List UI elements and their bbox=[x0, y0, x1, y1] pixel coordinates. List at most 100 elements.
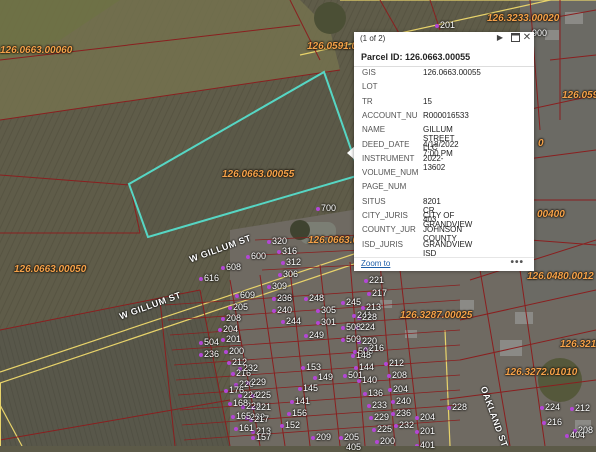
address-point bbox=[435, 24, 439, 28]
address-number: 201 bbox=[420, 426, 436, 436]
attribute-key: COUNTY_JUR bbox=[362, 225, 416, 235]
address-number: 221 bbox=[256, 402, 272, 412]
attribute-value: 15 bbox=[423, 96, 432, 106]
address-point bbox=[391, 400, 395, 404]
address-number: 236 bbox=[204, 349, 220, 359]
address-point bbox=[251, 436, 255, 440]
address-number: 212 bbox=[575, 403, 591, 413]
address-number: 145 bbox=[303, 383, 319, 393]
parcel-label: 126.3233.00020 bbox=[487, 13, 560, 24]
address-number: 248 bbox=[309, 293, 325, 303]
address-point bbox=[281, 320, 285, 324]
address-number: 136 bbox=[368, 388, 384, 398]
zoom-to-link[interactable]: Zoom to bbox=[361, 259, 390, 268]
address-number: 205 bbox=[344, 432, 360, 442]
address-point bbox=[199, 341, 203, 345]
tree-cluster bbox=[314, 2, 346, 34]
address-point bbox=[290, 400, 294, 404]
popup-footer: Zoom to ••• bbox=[354, 257, 534, 271]
address-number: 245 bbox=[346, 297, 362, 307]
address-point bbox=[339, 436, 343, 440]
address-number: 609 bbox=[240, 290, 256, 300]
address-number: 236 bbox=[277, 293, 293, 303]
address-number: 700 bbox=[321, 203, 337, 213]
parcel-label: 126.0663.00050 bbox=[14, 264, 87, 275]
address-point bbox=[316, 321, 320, 325]
address-point bbox=[281, 261, 285, 265]
address-point bbox=[351, 354, 355, 358]
address-point bbox=[341, 326, 345, 330]
play-next-icon[interactable]: ▶ bbox=[495, 33, 505, 43]
address-number: 152 bbox=[285, 420, 301, 430]
address-number: 312 bbox=[286, 257, 302, 267]
address-number: 225 bbox=[377, 424, 393, 434]
address-point bbox=[391, 412, 395, 416]
address-point bbox=[367, 292, 371, 296]
address-point bbox=[280, 424, 284, 428]
popup-title: Parcel ID: 126.0663.00055 bbox=[361, 52, 471, 62]
parcel-label: 126.0480.0012 bbox=[527, 271, 594, 282]
address-point bbox=[272, 309, 276, 313]
address-number: 236 bbox=[396, 408, 412, 418]
parcel-label: 126.0663.00055 bbox=[222, 169, 295, 180]
address-point bbox=[267, 285, 271, 289]
address-number: 616 bbox=[204, 273, 220, 283]
address-point bbox=[221, 266, 225, 270]
address-number: 205 bbox=[233, 302, 249, 312]
address-number: 228 bbox=[362, 312, 378, 322]
address-number: 305 bbox=[321, 305, 337, 315]
address-number: 249 bbox=[309, 330, 325, 340]
address-number: 165 bbox=[236, 411, 252, 421]
attribute-value: R000016533 bbox=[423, 110, 469, 120]
dock-icon[interactable] bbox=[510, 33, 520, 43]
address-number: 216 bbox=[369, 343, 385, 353]
address-number: 600 bbox=[251, 251, 267, 261]
address-number: 232 bbox=[399, 420, 415, 430]
parcel-label: 126.059 bbox=[562, 90, 596, 101]
address-number: 201 bbox=[226, 334, 242, 344]
parcel-label: 126.0591.0 bbox=[307, 41, 358, 52]
address-number: 309 bbox=[272, 281, 288, 291]
address-number: 156 bbox=[292, 408, 308, 418]
parcel-label: 126.3287.00025 bbox=[400, 310, 473, 321]
more-options-icon[interactable]: ••• bbox=[510, 257, 524, 268]
close-icon[interactable]: ✕ bbox=[522, 33, 532, 43]
attribute-key: VOLUME_NUM bbox=[362, 168, 419, 178]
address-number: 157 bbox=[256, 432, 272, 442]
popup-pager: (1 of 2) bbox=[360, 34, 386, 43]
attribute-value: 126.0663.00055 bbox=[423, 68, 481, 77]
address-number: 168 bbox=[233, 398, 249, 408]
parcel-label: 126.3219 bbox=[560, 339, 596, 350]
address-point bbox=[301, 366, 305, 370]
address-number: 204 bbox=[420, 412, 436, 422]
address-point bbox=[267, 240, 271, 244]
address-point bbox=[304, 334, 308, 338]
address-point bbox=[231, 372, 235, 376]
address-number: 301 bbox=[321, 317, 337, 327]
attribute-key: PAGE_NUM bbox=[362, 182, 407, 192]
address-number: 229 bbox=[374, 412, 390, 422]
address-point bbox=[341, 301, 345, 305]
address-number: 225 bbox=[256, 390, 272, 400]
address-number: 204 bbox=[223, 324, 239, 334]
attribute-key: GIS bbox=[362, 68, 376, 77]
address-number: 224 bbox=[545, 402, 561, 412]
address-point bbox=[313, 376, 317, 380]
address-number: 212 bbox=[389, 358, 405, 368]
address-number: 240 bbox=[277, 305, 293, 315]
parcel-label: 126.0663.00060 bbox=[0, 45, 73, 56]
parcel-label: 00400 bbox=[537, 209, 565, 220]
address-number: 140 bbox=[362, 375, 378, 385]
identify-popup[interactable]: (1 of 2) ▶ ✕ Parcel ID: 126.0663.00055 G… bbox=[354, 32, 534, 271]
parcel-label: 126.3272.01010 bbox=[505, 367, 578, 378]
address-number: 229 bbox=[251, 377, 267, 387]
address-number: 233 bbox=[372, 400, 388, 410]
address-number: 244 bbox=[286, 316, 302, 326]
address-number: 209 bbox=[316, 432, 332, 442]
address-point bbox=[565, 434, 569, 438]
address-point bbox=[384, 362, 388, 366]
address-point bbox=[224, 389, 228, 393]
address-point bbox=[231, 415, 235, 419]
address-number: 144 bbox=[359, 362, 375, 372]
attribute-table[interactable]: GIS 126.0663.00055 LOT TR 15 ACCOUNT_NU R00001… bbox=[354, 68, 534, 288]
